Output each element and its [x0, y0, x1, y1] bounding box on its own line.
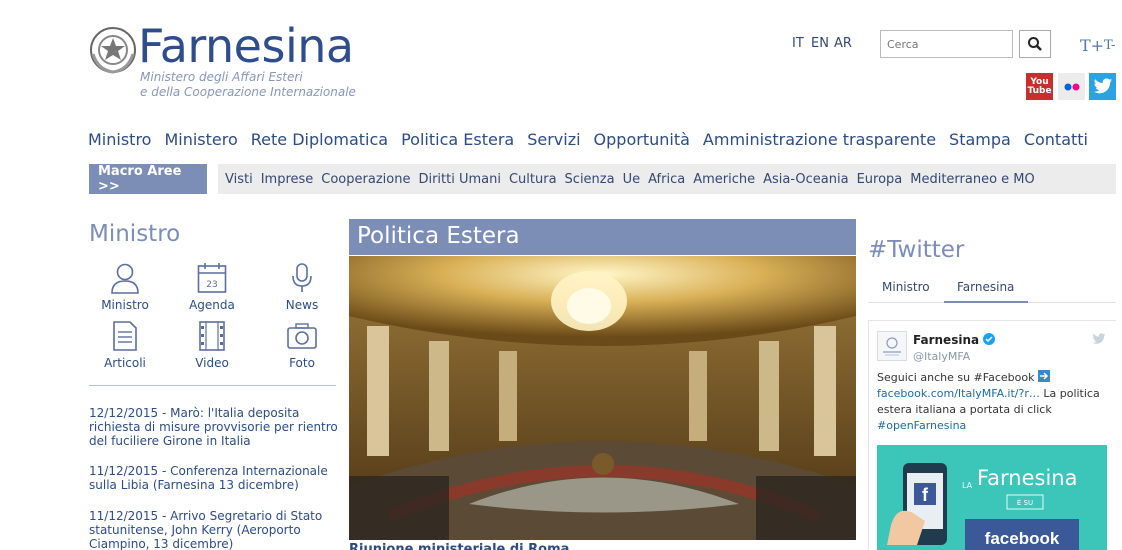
- calendar-day: 23: [206, 280, 217, 290]
- subnav-item-cultura[interactable]: Cultura: [509, 172, 557, 187]
- twitter-icon[interactable]: [1089, 73, 1116, 100]
- tweet-hashtag-link[interactable]: #openFarnesina: [877, 418, 1109, 434]
- search-input[interactable]: [880, 30, 1013, 58]
- lang-ar-link[interactable]: AR: [834, 36, 852, 51]
- nav-item-amministrazione-trasparente[interactable]: Amministrazione trasparente: [703, 130, 936, 149]
- twitter-bird-icon: [1093, 78, 1112, 94]
- ministro-link[interactable]: Ministro: [90, 262, 160, 312]
- microphone-icon: [292, 263, 312, 292]
- foto-link-label: Foto: [289, 356, 315, 370]
- film-icon: [199, 321, 225, 351]
- subnav-item-scienza[interactable]: Scienza: [565, 172, 615, 187]
- tweet-line-1-text: Seguici anche su #Facebook: [877, 371, 1035, 384]
- subnav-item-cooperazione[interactable]: Cooperazione: [321, 172, 410, 187]
- video-link-label: Video: [195, 356, 229, 370]
- twitter-bird-icon: [1092, 333, 1106, 344]
- search-icon: [1028, 37, 1042, 51]
- card-esu-text: È SU: [1017, 498, 1033, 507]
- card-title-text: Farnesina: [977, 466, 1077, 490]
- person-icon: [111, 263, 139, 294]
- flickr-dots-icon: [1064, 83, 1079, 90]
- arrow-right-icon: [1037, 370, 1050, 382]
- active-tab-indicator: [944, 301, 1028, 303]
- search-button[interactable]: [1019, 30, 1051, 58]
- card-la-text: LA: [962, 481, 973, 490]
- subnav-item-asia-oceania[interactable]: Asia-Oceania: [763, 172, 848, 187]
- nav-item-servizi[interactable]: Servizi: [527, 130, 580, 149]
- tweet-line-1: Seguici anche su #Facebook: [877, 370, 1109, 386]
- svg-text:f: f: [922, 485, 929, 505]
- articoli-link[interactable]: Articoli: [90, 320, 160, 370]
- subnav-item-visti[interactable]: Visti: [225, 172, 253, 187]
- tweet-facebook-link[interactable]: facebook.com/ItalyMFA.it/?r…: [877, 387, 1040, 400]
- youtube-icon-bottom: Tube: [1027, 85, 1052, 96]
- subnav-item-diritti-umani[interactable]: Diritti Umani: [418, 172, 501, 187]
- nav-item-contatti[interactable]: Contatti: [1024, 130, 1088, 149]
- agenda-link-label: Agenda: [189, 298, 235, 312]
- nav-item-stampa[interactable]: Stampa: [949, 130, 1011, 149]
- tweet-author-handle[interactable]: @ItalyMFA: [913, 350, 970, 363]
- macro-aree-navigation: Visti Imprese Cooperazione Diritti Umani…: [225, 172, 1035, 187]
- tab-farnesina[interactable]: Farnesina: [957, 280, 1014, 294]
- lang-en-link[interactable]: EN: [811, 36, 829, 51]
- photo-caption[interactable]: Riunione ministeriale di Roma: [349, 542, 569, 550]
- news-link[interactable]: News: [267, 262, 337, 312]
- conference-photo[interactable]: [349, 256, 856, 540]
- camera-icon: [287, 323, 317, 349]
- subnav-item-americhe[interactable]: Americhe: [693, 172, 755, 187]
- video-link[interactable]: Video: [177, 320, 247, 370]
- verified-icon: [983, 333, 996, 345]
- document-icon: [113, 321, 137, 351]
- twitter-section-title: #Twitter: [868, 237, 965, 263]
- nav-item-ministero[interactable]: Ministero: [164, 130, 237, 149]
- farnesina-avatar-icon: [883, 337, 901, 356]
- nav-item-politica-estera[interactable]: Politica Estera: [401, 130, 514, 149]
- site-logo[interactable]: Farnesina Ministero degli Affari Esteri …: [88, 20, 358, 105]
- logo-subtitle-line2: e della Cooperazione Internazionale: [140, 85, 356, 99]
- macro-aree-button[interactable]: Macro Aree >>: [89, 164, 207, 194]
- news-item[interactable]: 11/12/2015 - Arrivo Segretario di Stato …: [89, 509, 339, 550]
- politica-estera-title: Politica Estera: [349, 219, 856, 255]
- tweet-author-name-text: Farnesina: [913, 333, 980, 347]
- ministro-link-label: Ministro: [101, 298, 149, 312]
- ministro-section-title: Ministro: [89, 221, 181, 247]
- logo-title: Farnesina: [138, 19, 354, 73]
- articoli-link-label: Articoli: [104, 356, 146, 370]
- news-item[interactable]: 12/12/2015 - Marò: l'Italia deposita ric…: [89, 406, 339, 448]
- subnav-item-europa[interactable]: Europa: [857, 172, 903, 187]
- tab-ministro[interactable]: Ministro: [882, 280, 930, 294]
- facebook-promo-graphic: f LA Farnesina È SU facebook: [887, 463, 1079, 550]
- subnav-item-imprese[interactable]: Imprese: [261, 172, 314, 187]
- ministro-divider: [89, 385, 336, 386]
- subnav-item-africa[interactable]: Africa: [648, 172, 685, 187]
- nav-item-opportunita[interactable]: Opportunità: [594, 130, 690, 149]
- text-size-decrease-button[interactable]: T-: [1104, 38, 1115, 53]
- nav-item-ministro[interactable]: Ministro: [88, 130, 151, 149]
- tweet-image-facebook-card[interactable]: f LA Farnesina È SU facebook: [877, 445, 1107, 550]
- avatar[interactable]: [877, 331, 907, 361]
- republic-emblem-icon: [90, 27, 136, 74]
- conference-room-image: [349, 256, 856, 540]
- lang-it-link[interactable]: IT: [792, 36, 804, 51]
- news-link-label: News: [285, 298, 319, 312]
- agenda-link[interactable]: 23 Agenda: [177, 262, 247, 312]
- main-navigation: Ministro Ministero Rete Diplomatica Poli…: [88, 130, 1088, 149]
- logo-subtitle-line1: Ministero degli Affari Esteri: [140, 70, 303, 84]
- calendar-icon: 23: [197, 263, 227, 293]
- flickr-icon[interactable]: [1058, 73, 1085, 100]
- youtube-icon[interactable]: You Tube: [1026, 73, 1053, 100]
- subnav-item-mediterraneo-mo[interactable]: Mediterraneo e MO: [910, 172, 1035, 187]
- nav-item-rete-diplomatica[interactable]: Rete Diplomatica: [251, 130, 388, 149]
- tweet-text: Seguici anche su #Facebook facebook.com/…: [877, 370, 1109, 434]
- tweet-author-name[interactable]: Farnesina: [913, 333, 996, 347]
- foto-link[interactable]: Foto: [267, 320, 337, 370]
- news-item[interactable]: 11/12/2015 - Conferenza Internazionale s…: [89, 464, 339, 492]
- card-facebook-text: facebook: [985, 529, 1060, 548]
- subnav-item-ue[interactable]: Ue: [623, 172, 641, 187]
- logo-subtitle: Ministero degli Affari Esteri e della Co…: [140, 70, 356, 100]
- text-size-increase-button[interactable]: T+: [1080, 36, 1104, 55]
- tweet-line-2: facebook.com/ItalyMFA.it/?r… La politica…: [877, 386, 1109, 418]
